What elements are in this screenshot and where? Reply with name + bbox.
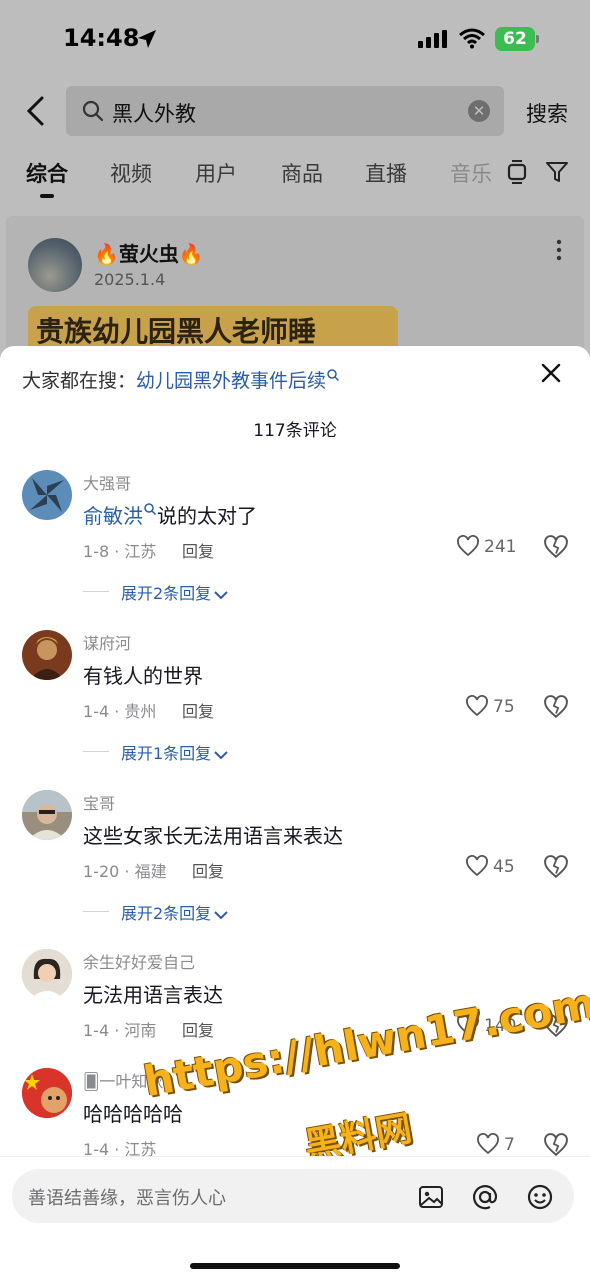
- comment-meta: 1-4 · 河南: [83, 1021, 157, 1040]
- signal-icon: [418, 30, 447, 48]
- comment-meta: 1-4 · 贵州: [83, 702, 157, 721]
- post-banner-text: 贵族幼儿园黑人老师睡: [36, 315, 317, 348]
- comment-username[interactable]: 🂠一叶知秋: [83, 1068, 163, 1092]
- tab-products[interactable]: 商品: [281, 158, 323, 188]
- post-author-name: 🔥萤火虫🔥: [94, 242, 204, 266]
- tab-music[interactable]: 音乐: [450, 158, 492, 188]
- comment-username[interactable]: 谋府河: [83, 630, 131, 654]
- comment-input-bar: 善语结善缘，恶言伤人心: [0, 1156, 590, 1280]
- avatar[interactable]: [22, 470, 72, 520]
- close-icon[interactable]: [540, 362, 562, 384]
- comment-item: 宝哥 这些女家长无法用语言来表达 1-20 · 福建 回复 45 展开2条回复: [0, 790, 590, 950]
- search-header: 黑人外教 ✕ 搜索: [0, 86, 590, 136]
- comment-body: 说的太对了: [157, 504, 257, 528]
- tab-all[interactable]: 综合: [26, 158, 68, 188]
- broken-heart-icon[interactable]: [543, 694, 569, 720]
- comments-sheet: 大家都在搜：幼儿园黑外教事件后续 117条评论 大强哥 俞敏洪 说的太对了 1-8…: [0, 346, 590, 1280]
- search-query: 黑人外教: [112, 102, 196, 126]
- trending-search-suggestion[interactable]: 大家都在搜：幼儿园黑外教事件后续: [22, 366, 340, 393]
- comment-text: 有钱人的世界: [83, 664, 203, 688]
- layout-icon[interactable]: [506, 160, 528, 184]
- wifi-icon: [459, 28, 485, 49]
- broken-heart-icon[interactable]: [543, 854, 569, 880]
- comment-text: 这些女家长无法用语言来表达: [83, 824, 343, 848]
- home-indicator: [190, 1263, 400, 1269]
- filter-icon[interactable]: [545, 160, 569, 184]
- heart-icon: [466, 855, 488, 877]
- suggestion-prefix: 大家都在搜：: [22, 370, 137, 392]
- heart-icon: [466, 695, 488, 717]
- more-icon[interactable]: [556, 238, 562, 262]
- comment-input[interactable]: 善语结善缘，恶言伤人心: [12, 1169, 574, 1223]
- heart-icon: [457, 535, 479, 557]
- chevron-down-icon: [214, 910, 228, 919]
- broken-heart-icon[interactable]: [543, 534, 569, 560]
- reply-button[interactable]: 回复: [192, 858, 224, 882]
- active-tab-indicator: [40, 194, 54, 198]
- comment-item: 大强哥 俞敏洪 说的太对了 1-8 · 江苏 回复 241 展开2条回复: [0, 470, 590, 630]
- suggestion-link[interactable]: 幼儿园黑外教事件后续: [136, 370, 326, 392]
- search-icon: [82, 100, 104, 122]
- battery-level: 62: [495, 27, 535, 51]
- reply-button[interactable]: 回复: [182, 1017, 214, 1041]
- comment-text: 无法用语言表达: [83, 983, 223, 1007]
- avatar[interactable]: [22, 949, 72, 999]
- status-bar: 14:48 62: [0, 0, 590, 80]
- reply-button[interactable]: 回复: [182, 538, 214, 562]
- battery-indicator: 62: [495, 27, 539, 51]
- reply-button[interactable]: 回复: [182, 698, 214, 722]
- like-count: 45: [493, 857, 515, 877]
- like-count: 7: [504, 1135, 515, 1155]
- comment-meta: 1-8 · 江苏: [83, 542, 157, 561]
- tab-video[interactable]: 视频: [110, 158, 152, 188]
- status-time: 14:48: [63, 24, 140, 52]
- comment-count: 117条评论: [253, 421, 337, 441]
- search-icon: [327, 369, 340, 382]
- search-input[interactable]: 黑人外教 ✕: [66, 86, 504, 136]
- broken-heart-icon[interactable]: [543, 1013, 569, 1039]
- like-count: 241: [484, 537, 517, 557]
- clear-icon[interactable]: ✕: [468, 100, 490, 122]
- comment-username[interactable]: 大强哥: [83, 470, 131, 494]
- comment-text: 哈哈哈哈哈: [83, 1102, 183, 1126]
- post-date: 2025.1.4: [94, 270, 166, 289]
- heart-icon: [457, 1014, 479, 1036]
- post-author-avatar: [28, 238, 82, 292]
- broken-heart-icon[interactable]: [543, 1132, 569, 1158]
- expand-replies-label: 展开2条回复: [121, 904, 212, 923]
- search-icon: [144, 503, 157, 516]
- comment-meta: 1-20 · 福建: [83, 862, 167, 881]
- comment-input-placeholder: 善语结善缘，恶言伤人心: [28, 1188, 226, 1209]
- expand-replies-label: 展开1条回复: [121, 744, 212, 763]
- like-count: 75: [493, 697, 515, 717]
- location-arrow-icon: [138, 30, 156, 48]
- chevron-down-icon: [214, 590, 228, 599]
- emoji-icon[interactable]: [526, 1183, 554, 1211]
- comment-text: 俞敏洪 说的太对了: [83, 500, 257, 529]
- comment-item: 谋府河 有钱人的世界 1-4 · 贵州 回复 75 展开1条回复: [0, 630, 590, 790]
- chevron-down-icon: [214, 750, 228, 759]
- search-button[interactable]: 搜索: [526, 98, 568, 128]
- result-tabs: 综合 视频 用户 商品 直播 音乐: [0, 150, 590, 206]
- avatar[interactable]: [22, 790, 72, 840]
- avatar[interactable]: [22, 1068, 72, 1118]
- back-chevron-icon[interactable]: [24, 96, 48, 126]
- tab-live[interactable]: 直播: [365, 158, 407, 188]
- avatar[interactable]: [22, 630, 72, 680]
- expand-replies-label: 展开2条回复: [121, 584, 212, 603]
- image-icon[interactable]: [417, 1183, 445, 1211]
- like-count: 140: [484, 1016, 517, 1036]
- heart-icon: [477, 1133, 499, 1155]
- comment-username[interactable]: 宝哥: [83, 790, 115, 814]
- mention-link[interactable]: 俞敏洪: [83, 504, 143, 528]
- at-icon[interactable]: [471, 1183, 499, 1211]
- tab-users[interactable]: 用户: [195, 158, 237, 188]
- comment-username[interactable]: 余生好好爱自己: [83, 949, 195, 973]
